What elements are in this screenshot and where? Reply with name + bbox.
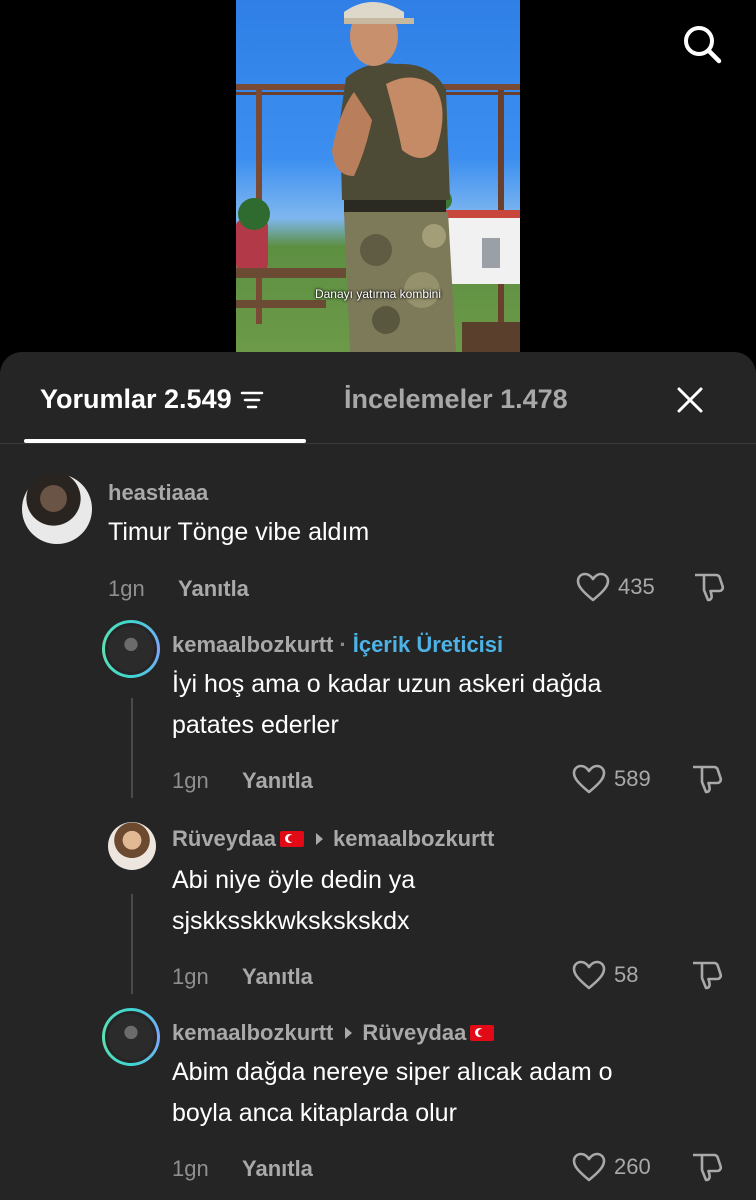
thread-line bbox=[131, 698, 133, 798]
heart-icon[interactable] bbox=[576, 572, 610, 602]
comment-text: İyi hoş ama o kadar uzun askeri dağda pa… bbox=[172, 664, 601, 746]
creator-tag: İçerik Üreticisi bbox=[352, 632, 504, 657]
like-group: 435 bbox=[576, 572, 655, 602]
dislike-icon bbox=[693, 1153, 723, 1182]
comments-sheet: Yorumlar 2.549 İncelemeler 1.478 heastia… bbox=[0, 352, 756, 1200]
active-tab-indicator bbox=[24, 439, 306, 443]
comment-text-line: boyla anca kitaplarda olur bbox=[172, 1099, 457, 1127]
comment-text-line: İyi hoş ama o kadar uzun askeri dağda bbox=[172, 670, 602, 698]
avatar[interactable] bbox=[22, 474, 92, 544]
video-caption: Danayı yatırma kombini bbox=[314, 287, 442, 301]
reply-button[interactable]: Yanıtla bbox=[242, 964, 313, 990]
like-group: 58 bbox=[572, 960, 638, 990]
dislike-button[interactable] bbox=[692, 570, 726, 604]
comment-text-line: sjskksskkwkskskskdx bbox=[172, 907, 410, 935]
turkey-flag-icon bbox=[470, 1025, 495, 1041]
username-label[interactable]: Rüveydaa bbox=[172, 826, 276, 852]
comment-text-line: Abi niye öyle dedin ya bbox=[172, 866, 416, 894]
comment-time: 1gn bbox=[108, 576, 145, 601]
username-label[interactable]: heastiaaa bbox=[108, 480, 208, 506]
avatar[interactable] bbox=[102, 620, 160, 678]
avatar[interactable] bbox=[102, 1008, 160, 1066]
reply-button[interactable]: Yanıtla bbox=[242, 768, 313, 794]
dislike-button[interactable] bbox=[690, 958, 724, 992]
heart-icon[interactable] bbox=[572, 1152, 606, 1182]
like-group: 589 bbox=[572, 764, 651, 794]
like-group: 260 bbox=[572, 1152, 651, 1182]
search-icon bbox=[684, 26, 722, 64]
comment-text-line: patates ederler bbox=[172, 711, 339, 739]
reply-to-username[interactable]: Rüveydaa bbox=[362, 1020, 466, 1046]
comment-username: Rüveydaa kemaalbozkurtt bbox=[172, 826, 494, 852]
like-count: 260 bbox=[614, 1154, 651, 1179]
reply-arrow-icon bbox=[345, 1027, 353, 1039]
separator-dot: · bbox=[339, 632, 347, 657]
tab-reviews-label: İncelemeler 1.478 bbox=[344, 384, 568, 414]
heart-icon[interactable] bbox=[572, 960, 606, 990]
dislike-button[interactable] bbox=[690, 762, 724, 796]
video-frame[interactable]: Danayı yatırma kombini bbox=[236, 0, 520, 352]
like-count: 589 bbox=[614, 766, 651, 791]
tab-comments[interactable]: Yorumlar 2.549 bbox=[40, 384, 264, 415]
turkey-flag-icon bbox=[279, 831, 304, 847]
comment-time: 1gn bbox=[172, 964, 209, 989]
reply-arrow-icon bbox=[315, 833, 323, 845]
comment-text: Timur Tönge vibe aldım bbox=[108, 518, 370, 546]
close-button[interactable] bbox=[668, 378, 712, 422]
comment-meta: 1gn Yanıtla bbox=[172, 1156, 313, 1182]
username-label[interactable]: kemaalbozkurtt bbox=[172, 632, 333, 658]
reply-to-username[interactable]: kemaalbozkurtt bbox=[333, 826, 494, 852]
comment-text-line: Abim dağda nereye siper alıcak adam o bbox=[172, 1058, 613, 1086]
avatar[interactable] bbox=[108, 822, 156, 870]
search-button[interactable] bbox=[680, 22, 724, 66]
like-count: 58 bbox=[614, 962, 639, 987]
dislike-button[interactable] bbox=[690, 1150, 724, 1184]
comment-username[interactable]: heastiaaa bbox=[108, 480, 208, 506]
comment-username: kemaalbozkurtt Rüveydaa bbox=[172, 1020, 495, 1046]
reply-button[interactable]: Yanıtla bbox=[178, 576, 249, 602]
dislike-icon bbox=[693, 961, 723, 990]
like-count: 435 bbox=[618, 574, 655, 599]
tab-comments-label: Yorumlar 2.549 bbox=[40, 384, 232, 414]
dislike-icon bbox=[695, 573, 725, 602]
comment-meta: 1gn Yanıtla bbox=[108, 576, 249, 602]
username-label[interactable]: kemaalbozkurtt bbox=[172, 1020, 333, 1046]
dislike-icon bbox=[693, 765, 723, 794]
video-area[interactable]: Danayı yatırma kombini bbox=[0, 0, 756, 352]
comment-meta: 1gn Yanıtla bbox=[172, 964, 313, 990]
comment-time: 1gn bbox=[172, 1156, 209, 1181]
comment-username: kemaalbozkurtt · İçerik Üreticisi bbox=[172, 632, 503, 658]
comment-text: Abim dağda nereye siper alıcak adam o bo… bbox=[172, 1052, 613, 1134]
comment-meta: 1gn Yanıtla bbox=[172, 768, 313, 794]
tab-reviews[interactable]: İncelemeler 1.478 bbox=[344, 384, 568, 415]
thread-line bbox=[131, 894, 133, 994]
comment-text: Abi niye öyle dedin ya sjskksskkwksksksk… bbox=[172, 860, 415, 942]
filter-icon[interactable] bbox=[240, 390, 264, 410]
reply-button[interactable]: Yanıtla bbox=[242, 1156, 313, 1182]
comment-time: 1gn bbox=[172, 768, 209, 793]
heart-icon[interactable] bbox=[572, 764, 606, 794]
close-icon bbox=[677, 387, 703, 413]
tab-bar: Yorumlar 2.549 İncelemeler 1.478 bbox=[0, 352, 756, 444]
